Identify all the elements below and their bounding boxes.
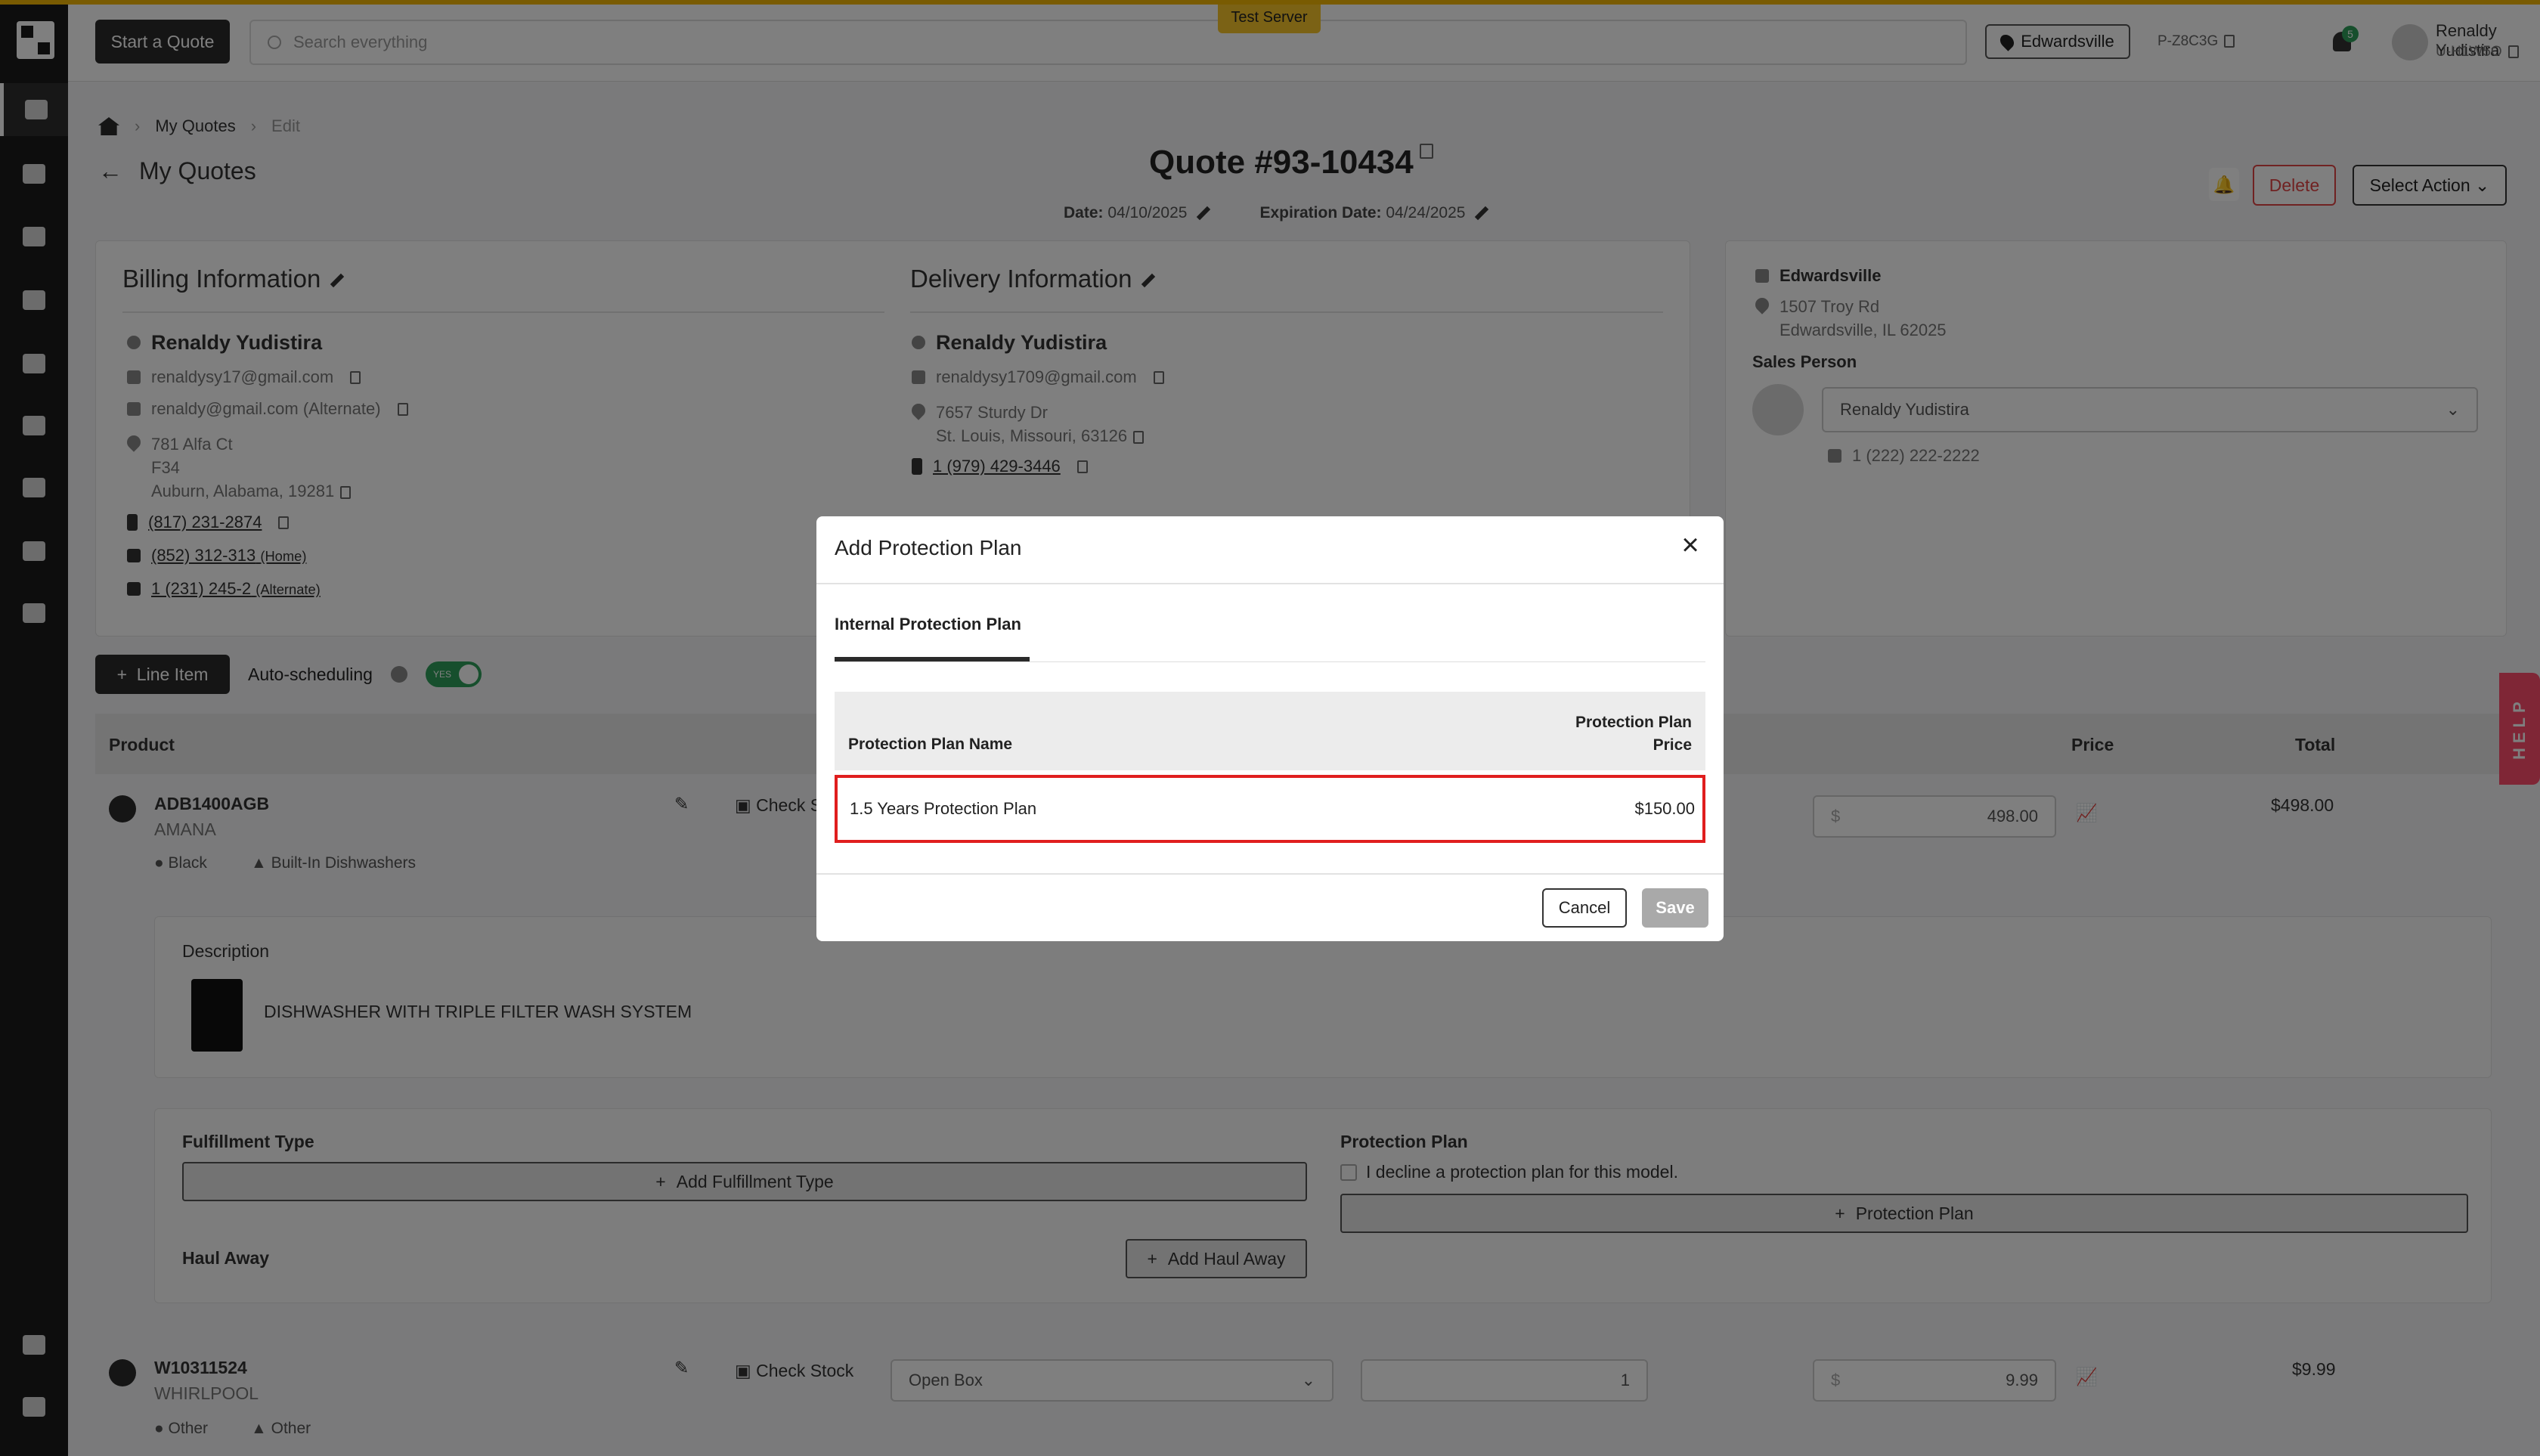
col-plan-name: Protection Plan Name [848, 736, 1013, 753]
save-button[interactable]: Save [1642, 888, 1708, 928]
divider [816, 583, 1724, 584]
divider [816, 873, 1724, 875]
tab-internal-protection-plan[interactable]: Internal Protection Plan [835, 615, 1021, 634]
plan-name: 1.5 Years Protection Plan [850, 799, 1037, 818]
close-icon[interactable]: × [1677, 530, 1704, 560]
divider [835, 661, 1705, 662]
col-plan-price: Protection Plan Price [1575, 714, 1692, 754]
plan-table-header: Protection Plan Name Protection Plan Pric… [835, 692, 1705, 770]
plan-price: $150.00 [1634, 799, 1695, 818]
modal-title: Add Protection Plan [835, 536, 1022, 559]
add-protection-plan-modal: Add Protection Plan × Internal Protectio… [816, 516, 1724, 941]
plan-row-selected[interactable]: 1.5 Years Protection Plan $150.00 [835, 775, 1705, 843]
cancel-button[interactable]: Cancel [1542, 888, 1627, 928]
